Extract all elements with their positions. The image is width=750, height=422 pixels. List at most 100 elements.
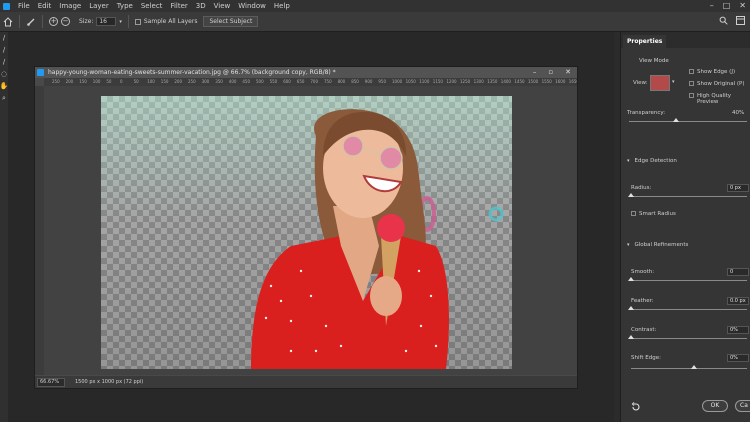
window-controls: – □ ✕ [710, 0, 746, 12]
maximize-icon[interactable]: □ [723, 0, 731, 12]
contrast-label: Contrast: [631, 327, 657, 333]
zoom-tool-icon[interactable]: ⌕ [0, 92, 8, 104]
transparency-slider[interactable] [629, 118, 747, 122]
menu-window[interactable]: Window [234, 2, 270, 10]
ruler-tick-label: 850 [351, 79, 359, 84]
show-edge-label: Show Edge (J) [697, 69, 736, 75]
global-refinements-section[interactable]: ▾ Global Refinements [627, 242, 688, 248]
menu-help[interactable]: Help [270, 2, 294, 10]
shift-edge-label: Shift Edge: [631, 355, 661, 361]
ruler-tick-label: 1200 [446, 79, 457, 84]
chevron-down-icon[interactable]: ▾ [627, 158, 630, 164]
size-input[interactable]: 16 [96, 17, 117, 26]
subtract-from-selection-icon[interactable]: − [61, 17, 70, 26]
ruler-tick-label: 350 [215, 79, 223, 84]
high-quality-preview-checkbox[interactable] [689, 93, 694, 98]
menu-file[interactable]: File [14, 2, 34, 10]
divider [19, 15, 20, 28]
search-icon[interactable] [719, 16, 728, 25]
refine-edge-brush-icon[interactable]: ∕ [0, 56, 8, 68]
ruler-tick-label: 1000 [392, 79, 403, 84]
photo-canvas[interactable] [101, 96, 512, 369]
view-mode-heading: View Mode [639, 58, 669, 64]
ruler-tick-label: 1050 [405, 79, 416, 84]
ruler-tick-label: 1250 [460, 79, 471, 84]
radius-slider[interactable] [628, 193, 747, 197]
menu-image[interactable]: Image [55, 2, 85, 10]
select-subject-button[interactable]: Select Subject [203, 16, 259, 27]
ruler-tick-label: 1450 [514, 79, 525, 84]
shift-edge-input[interactable]: 0% [727, 354, 749, 362]
feather-input[interactable]: 0.0 px [727, 297, 749, 305]
ruler-tick-label: 400 [228, 79, 237, 84]
maximize-icon[interactable]: ▫ [548, 67, 553, 78]
contrast-input[interactable]: 0% [727, 326, 749, 334]
feather-slider[interactable] [628, 306, 747, 310]
smooth-slider-thumb[interactable] [628, 277, 634, 281]
menu-type[interactable]: Type [113, 2, 137, 10]
edge-detection-heading: Edge Detection [634, 158, 677, 164]
hand-tool-icon[interactable]: ✋ [0, 80, 8, 92]
quick-selection-brush-icon[interactable] [26, 17, 36, 27]
show-original-checkbox[interactable] [689, 81, 694, 86]
brush-tool-icon[interactable]: ∕ [0, 44, 8, 56]
lasso-tool-icon[interactable]: ◌ [0, 68, 8, 80]
sample-all-layers-checkbox[interactable] [134, 18, 141, 25]
ruler-tick-label: 1400 [500, 79, 511, 84]
ruler-tick-label: 750 [324, 79, 332, 84]
reset-icon[interactable] [631, 402, 641, 412]
options-bar: + − Size: 16 ▾ Sample All Layers Select … [0, 12, 750, 32]
edge-detection-section[interactable]: ▾ Edge Detection [627, 158, 677, 164]
workspace-icon[interactable] [736, 16, 745, 25]
quick-selection-tool-icon[interactable]: ∕ [0, 32, 8, 44]
properties-tab-row: Properties [621, 32, 750, 48]
ruler-tick-label: 500 [256, 79, 264, 84]
view-mode-thumbnail[interactable] [650, 75, 670, 91]
transparency-value[interactable]: 40% [732, 110, 744, 116]
smart-radius-checkbox[interactable] [631, 211, 636, 216]
menu-bar: File Edit Image Layer Type Select Filter… [0, 0, 750, 12]
menu-edit[interactable]: Edit [34, 2, 56, 10]
menu-filter[interactable]: Filter [166, 2, 191, 10]
smooth-label: Smooth: [631, 269, 655, 275]
menu-select[interactable]: Select [137, 2, 167, 10]
zoom-level-field[interactable]: 66.67% [37, 377, 65, 387]
cancel-button[interactable]: Ca [735, 400, 750, 412]
close-icon[interactable]: ✕ [565, 67, 571, 78]
smart-radius-label: Smart Radius [639, 211, 676, 217]
menu-view[interactable]: View [210, 2, 235, 10]
ok-button[interactable]: OK [702, 400, 728, 412]
menu-3d[interactable]: 3D [192, 2, 210, 10]
shift-edge-slider[interactable] [631, 365, 747, 369]
add-to-selection-icon[interactable]: + [49, 17, 58, 26]
smooth-slider[interactable] [628, 277, 747, 281]
radius-slider-thumb[interactable] [628, 193, 634, 197]
tab-properties[interactable]: Properties [623, 35, 667, 48]
chevron-down-icon[interactable]: ▾ [119, 19, 122, 25]
minimize-icon[interactable]: – [533, 67, 537, 78]
menu-layer[interactable]: Layer [85, 2, 113, 10]
radius-input[interactable]: 0 px [727, 184, 749, 192]
status-bar: 66.67% 1500 px x 1000 px (72 ppi) [35, 376, 577, 388]
contrast-slider[interactable] [628, 335, 747, 339]
ruler-tick-label: 550 [269, 79, 278, 84]
view-label: View: [633, 80, 648, 86]
ruler-tick-label: 700 [310, 79, 319, 84]
chevron-down-icon[interactable]: ▾ [627, 242, 630, 248]
smooth-input[interactable]: 0 [727, 268, 749, 276]
document-info: 1500 px x 1000 px (72 ppi) [75, 379, 144, 385]
close-icon[interactable]: ✕ [739, 0, 746, 12]
ruler-tick-label: 1300 [473, 79, 484, 84]
document-icon [37, 69, 44, 76]
chevron-down-icon[interactable]: ▾ [672, 79, 675, 85]
transparency-slider-thumb[interactable] [673, 118, 680, 122]
ruler-tick-label: 150 [160, 79, 169, 84]
minimize-icon[interactable]: – [710, 0, 714, 12]
shift-edge-slider-thumb[interactable] [691, 365, 697, 369]
horizontal-ruler: 250 200 150 100 50 0 50 100 150 200 250 300 350 400 45… [44, 78, 577, 86]
feather-slider-thumb[interactable] [628, 306, 634, 310]
contrast-slider-thumb[interactable] [628, 335, 634, 339]
document-title-bar: happy-young-woman-eating-sweets-summer-v… [35, 67, 577, 78]
home-icon[interactable] [3, 16, 13, 27]
show-edge-checkbox[interactable] [689, 69, 694, 74]
